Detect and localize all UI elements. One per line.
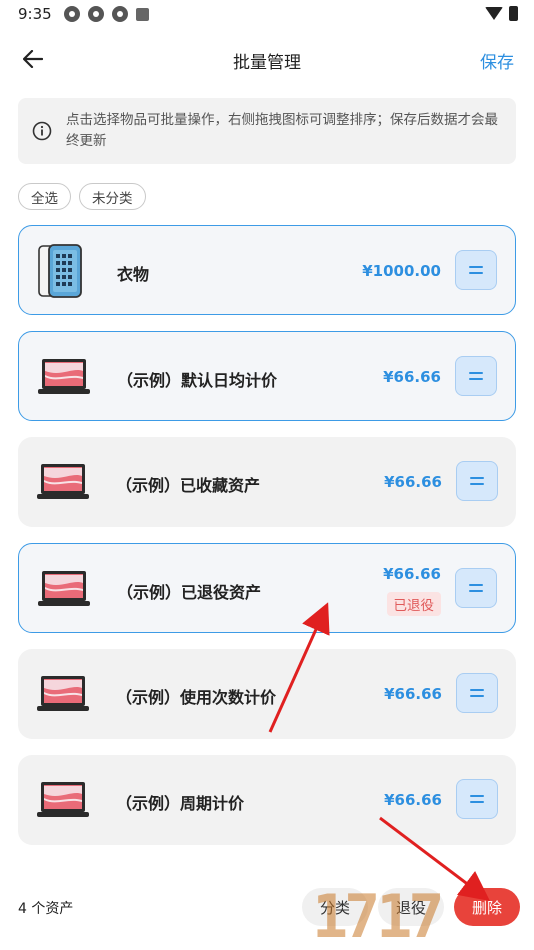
battery-icon (509, 6, 518, 21)
list-item[interactable]: （示例）使用次数计价 ¥66.66 (18, 649, 516, 739)
item-name: （示例）默认日均计价 (117, 371, 278, 390)
phone-thumbnail (38, 244, 82, 298)
laptop-thumbnail (38, 571, 90, 606)
notification-icons (63, 6, 149, 22)
info-text: 点击选择物品可批量操作，右侧拖拽图标可调整排序；保存后数据才会最终更新 (66, 112, 498, 149)
system-icons (485, 6, 518, 21)
bottom-actions: 分类 退役 删除 (301, 888, 520, 926)
list-item[interactable]: （示例）周期计价 ¥66.66 (18, 755, 516, 845)
save-button[interactable]: 保存 (480, 48, 514, 73)
drag-handle-icon[interactable] (455, 568, 497, 608)
item-price: ¥66.66 (384, 685, 442, 703)
retire-button[interactable]: 退役 (377, 888, 444, 926)
item-name: （示例）已收藏资产 (116, 476, 261, 495)
notification-icon (111, 6, 128, 22)
item-name: （示例）周期计价 (116, 794, 245, 813)
laptop-thumbnail (37, 782, 89, 817)
delete-button[interactable]: 删除 (453, 888, 520, 926)
wifi-icon (485, 7, 503, 20)
bottom-action-bar: 4 个资产 分类 退役 删除 (0, 870, 534, 950)
item-price: ¥66.66 (383, 368, 441, 386)
drag-handle-icon[interactable] (455, 356, 497, 396)
retired-badge: 已退役 (386, 592, 441, 616)
info-icon (32, 121, 52, 141)
item-price: ¥1000.00 (362, 262, 441, 280)
asset-list: 衣物 ¥1000.00 （示例）默认日均计价 ¥66.66 （示例）已收藏资产 … (18, 225, 516, 861)
drag-handle-icon[interactable] (456, 673, 498, 713)
drag-handle-icon[interactable] (455, 250, 497, 290)
drag-handle-icon[interactable] (456, 779, 498, 819)
status-time: 9:35 (18, 5, 52, 23)
list-item[interactable]: （示例）默认日均计价 ¥66.66 (18, 331, 516, 421)
list-item[interactable]: 衣物 ¥1000.00 (18, 225, 516, 315)
laptop-thumbnail (37, 464, 89, 499)
notification-icon (63, 6, 80, 22)
status-bar: 9:35 (0, 0, 534, 28)
item-price: ¥66.66 (384, 473, 442, 491)
notification-icon (87, 6, 104, 22)
item-name: 衣物 (117, 265, 150, 284)
item-name: （示例）已退役资产 (117, 583, 262, 602)
app-header: 批量管理 保存 (0, 36, 534, 82)
uncategorized-chip[interactable]: 未分类 (79, 183, 146, 210)
categorize-button[interactable]: 分类 (301, 888, 368, 926)
item-price: ¥66.66 (383, 565, 441, 583)
notification-icon (135, 7, 149, 21)
item-price: ¥66.66 (384, 791, 442, 809)
laptop-thumbnail (37, 676, 89, 711)
list-item[interactable]: （示例）已收藏资产 ¥66.66 (18, 437, 516, 527)
list-item[interactable]: （示例）已退役资产 ¥66.66 已退役 (18, 543, 516, 633)
item-name: （示例）使用次数计价 (116, 688, 277, 707)
page-title: 批量管理 (233, 53, 301, 73)
info-banner: 点击选择物品可批量操作，右侧拖拽图标可调整排序；保存后数据才会最终更新 (18, 98, 516, 164)
selected-count: 4 个资产 (18, 901, 74, 917)
filter-chips: 全选 未分类 (18, 183, 146, 210)
drag-handle-icon[interactable] (456, 461, 498, 501)
laptop-thumbnail (38, 359, 90, 394)
select-all-chip[interactable]: 全选 (18, 183, 71, 210)
